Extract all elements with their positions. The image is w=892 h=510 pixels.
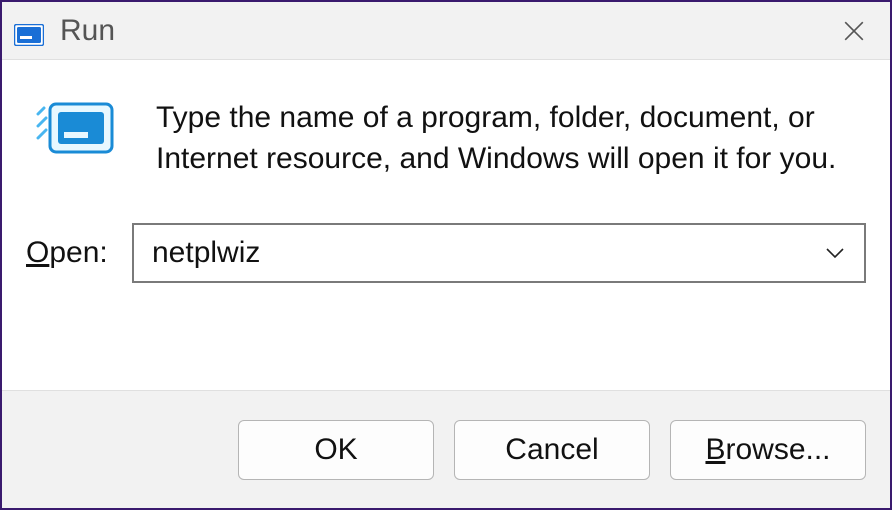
run-large-icon: [36, 100, 116, 160]
run-dialog: Run Type the name of a program, folder, …: [0, 0, 892, 510]
description-text: Type the name of a program, folder, docu…: [156, 98, 866, 179]
close-button[interactable]: [818, 2, 890, 60]
chevron-down-icon[interactable]: [820, 223, 850, 283]
browse-button[interactable]: Browse...: [670, 420, 866, 480]
titlebar: Run: [2, 2, 890, 60]
open-label: Open:: [26, 236, 118, 270]
dialog-body: Type the name of a program, folder, docu…: [2, 60, 890, 390]
open-combobox[interactable]: [132, 223, 866, 283]
window-title: Run: [60, 14, 115, 48]
run-icon: [14, 20, 44, 42]
cancel-button[interactable]: Cancel: [454, 420, 650, 480]
open-input[interactable]: [132, 223, 866, 283]
dialog-footer: OK Cancel Browse...: [2, 390, 890, 508]
ok-button[interactable]: OK: [238, 420, 434, 480]
